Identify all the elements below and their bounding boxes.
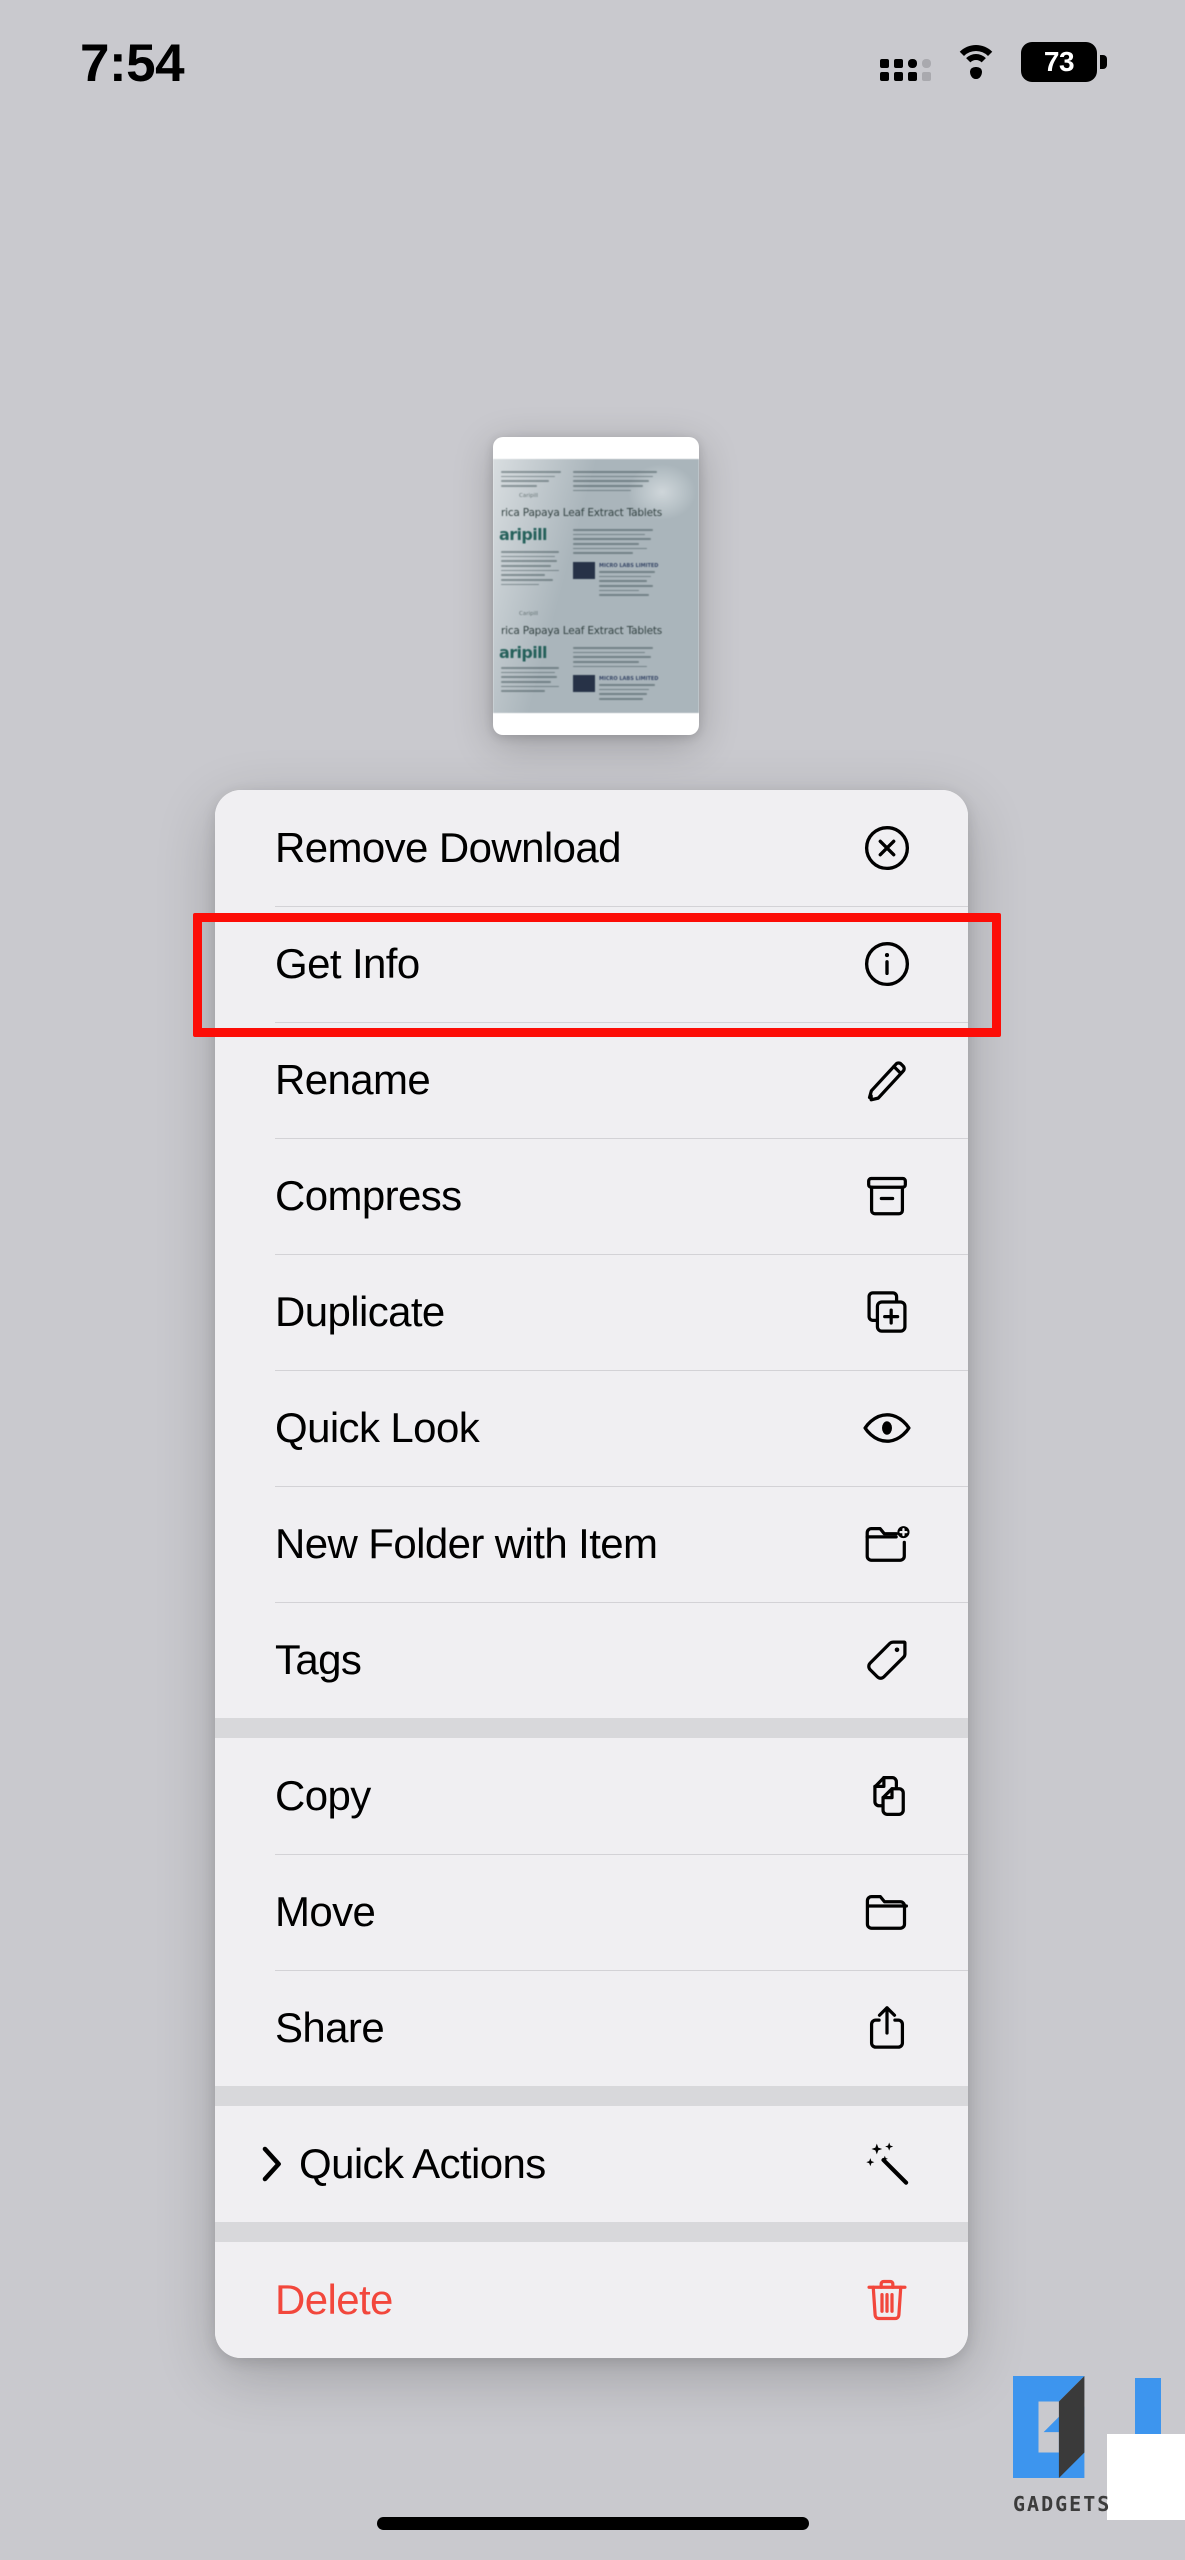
package-brand-2: aripill	[499, 643, 547, 662]
menu-item-label: New Folder with Item	[275, 1520, 658, 1567]
menu-item-compress[interactable]: Compress	[215, 1138, 968, 1254]
battery-icon: 73	[1021, 42, 1107, 82]
menu-group-3: Quick Actions	[215, 2106, 968, 2222]
menu-item-share[interactable]: Share	[215, 1970, 968, 2086]
gt-logo-bar	[1135, 2378, 1161, 2440]
menu-item-label: Duplicate	[275, 1288, 445, 1335]
cellular-bars-icon	[880, 43, 931, 81]
package-title-2: rica Papaya Leaf Extract Tablets	[501, 625, 663, 637]
menu-item-rename[interactable]: Rename	[215, 1022, 968, 1138]
menu-item-tags[interactable]: Tags	[215, 1602, 968, 1718]
menu-item-new-folder-with-item[interactable]: New Folder with Item	[215, 1486, 968, 1602]
status-bar-indicators: 73	[880, 42, 1107, 82]
menu-item-copy[interactable]: Copy	[215, 1738, 968, 1854]
menu-item-label: Quick Actions	[299, 2140, 546, 2187]
archivebox-icon	[858, 1167, 916, 1225]
menu-item-get-info[interactable]: Get Info	[215, 906, 968, 1022]
menu-item-label: Quick Look	[275, 1404, 480, 1451]
menu-item-label: Move	[275, 1888, 376, 1935]
share-square-arrow-up-icon	[858, 1999, 916, 2057]
watermark-mask	[1107, 2434, 1185, 2520]
gt-logo-icon	[1013, 2376, 1085, 2478]
wifi-icon	[953, 45, 999, 79]
menu-group-separator	[215, 2086, 968, 2106]
chevron-right-icon	[259, 2142, 293, 2186]
menu-item-quick-actions[interactable]: Quick Actions	[215, 2106, 968, 2222]
plus-square-on-square-icon	[858, 1283, 916, 1341]
home-indicator-bar[interactable]	[376, 2517, 809, 2530]
package-title-1: rica Papaya Leaf Extract Tablets	[501, 507, 663, 519]
menu-item-label: Tags	[275, 1636, 362, 1683]
folder-badge-plus-icon	[858, 1515, 916, 1573]
context-menu[interactable]: Remove Download Get Info Rename Compress…	[215, 790, 968, 2358]
menu-item-label: Get Info	[275, 940, 420, 987]
menu-group-1: Remove Download Get Info Rename Compress…	[215, 790, 968, 1718]
package-manufacturer-2: MICRO LABS LIMITED	[599, 676, 659, 682]
doc-on-doc-icon	[858, 1767, 916, 1825]
menu-item-label: Share	[275, 2004, 385, 2051]
menu-item-label: Delete	[275, 2276, 393, 2323]
status-bar-clock: 7:54	[80, 33, 185, 93]
wand-sparkles-icon	[858, 2135, 916, 2193]
file-preview-thumbnail[interactable]: Caripill rica Papaya Leaf Extract Tablet…	[493, 437, 699, 735]
tag-icon	[858, 1631, 916, 1689]
eye-icon	[858, 1399, 916, 1457]
menu-item-label: Copy	[275, 1772, 371, 1819]
folder-icon	[858, 1883, 916, 1941]
menu-group-separator	[215, 2222, 968, 2242]
menu-group-4: Delete	[215, 2242, 968, 2358]
blister-pack-photo: Caripill rica Papaya Leaf Extract Tablet…	[493, 459, 699, 713]
menu-item-label: Compress	[275, 1172, 462, 1219]
watermark-text: GADGETS	[1013, 2492, 1112, 2516]
menu-item-label: Remove Download	[275, 824, 621, 871]
menu-group-separator	[215, 1718, 968, 1738]
status-bar: 7:54 73	[0, 0, 1185, 118]
trash-icon	[858, 2271, 916, 2329]
watermark: GADGETS	[995, 2364, 1185, 2524]
package-brand-1: aripill	[499, 525, 547, 544]
battery-percent-label: 73	[1043, 46, 1075, 77]
menu-item-label: Rename	[275, 1056, 431, 1103]
info-circle-icon	[858, 935, 916, 993]
menu-item-delete[interactable]: Delete	[215, 2242, 968, 2358]
xmark-circle-icon	[858, 819, 916, 877]
menu-item-quick-look[interactable]: Quick Look	[215, 1370, 968, 1486]
menu-item-remove-download[interactable]: Remove Download	[215, 790, 968, 906]
menu-group-2: Copy Move Share	[215, 1738, 968, 2086]
menu-item-duplicate[interactable]: Duplicate	[215, 1254, 968, 1370]
menu-item-move[interactable]: Move	[215, 1854, 968, 1970]
pencil-icon	[858, 1051, 916, 1109]
iphone-screen: 7:54 73 Caripill rica Papaya Leaf Extrac…	[0, 0, 1185, 2560]
package-manufacturer-1: MICRO LABS LIMITED	[599, 563, 659, 569]
